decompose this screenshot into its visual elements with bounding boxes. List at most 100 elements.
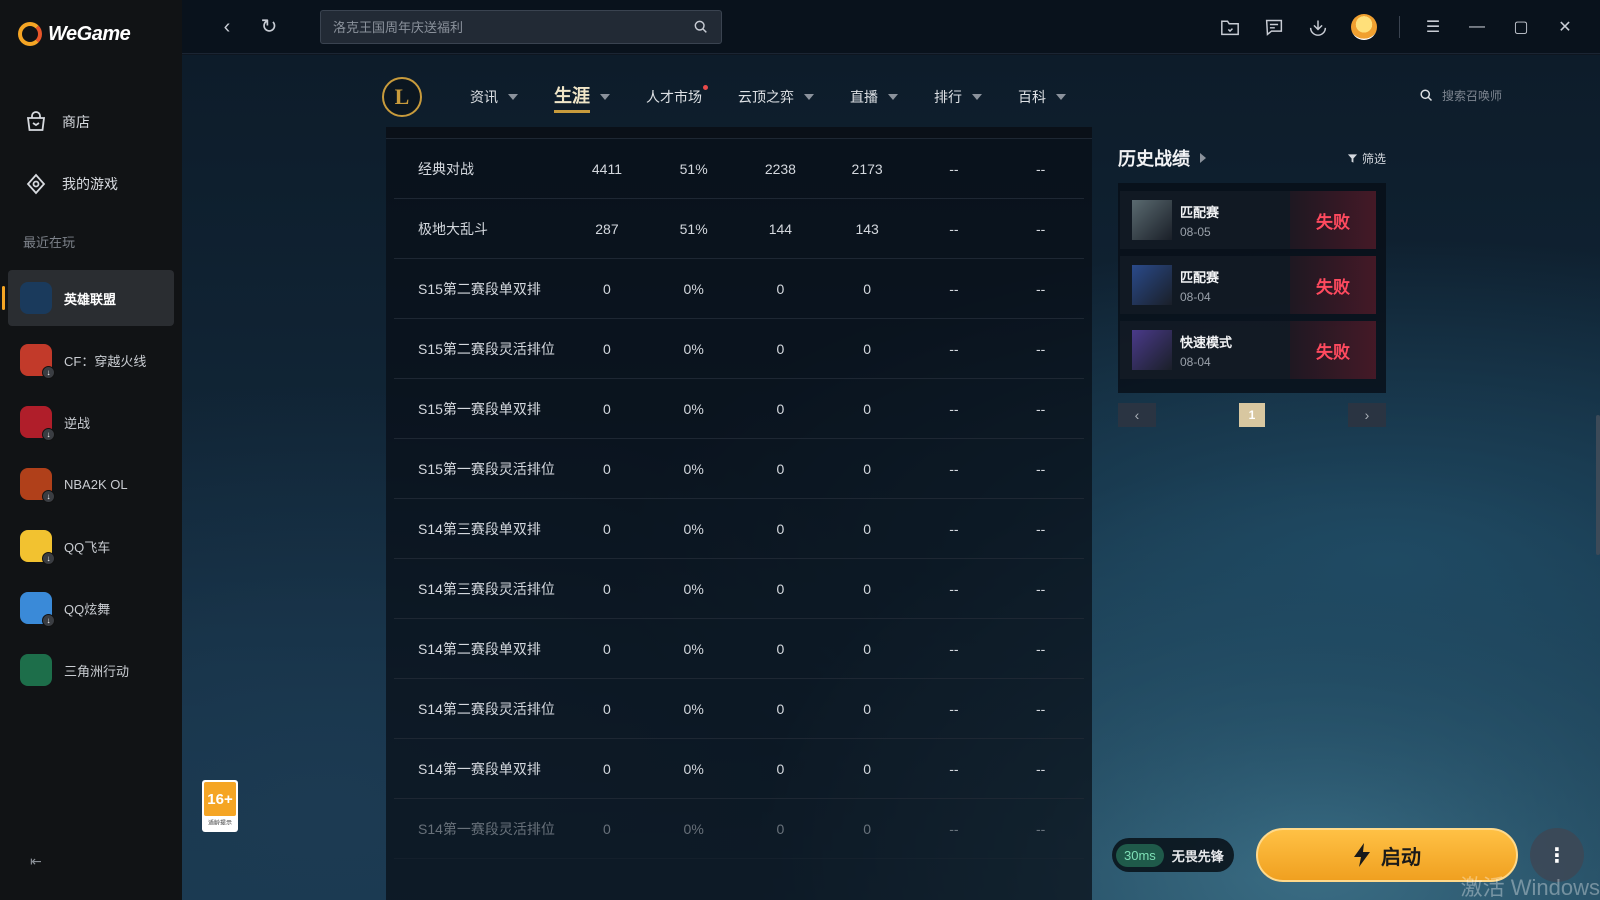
stat-cell: 0%: [683, 280, 704, 297]
mode-name-cell: S15第一赛段单双排: [418, 400, 541, 417]
download-icon[interactable]: [1307, 16, 1329, 38]
stat-cell: --: [949, 460, 959, 477]
stat-cell: --: [1035, 340, 1046, 357]
lol-tab[interactable]: 人才市场: [646, 85, 708, 107]
table-row: S15第二赛段单双排 0 0% 0 0 -- --: [394, 259, 1084, 319]
stat-cell: 0: [603, 520, 611, 537]
chevron-down-icon: [508, 94, 518, 100]
mode-name-cell: S15第二赛段单双排: [418, 280, 541, 297]
maximize-icon[interactable]: ▢: [1510, 16, 1532, 38]
match-date: 08-05: [1180, 224, 1211, 239]
collapse-sidebar-icon[interactable]: ⇤: [30, 853, 46, 869]
message-icon[interactable]: [1263, 16, 1285, 38]
stat-cell: --: [1035, 160, 1046, 177]
stat-cell: 0: [776, 820, 785, 837]
stat-cell: --: [949, 220, 959, 237]
stat-cell: --: [1035, 520, 1046, 537]
user-avatar[interactable]: [1351, 14, 1377, 40]
wegame-logo[interactable]: WeGame: [18, 22, 131, 46]
match-date: 08-04: [1180, 354, 1211, 369]
sidebar-game-item[interactable]: ↓ 逆战: [8, 394, 174, 450]
page-number[interactable]: 1: [1239, 403, 1265, 427]
download-badge-icon: ↓: [42, 614, 55, 627]
tab-label: 直播: [850, 89, 878, 105]
stat-cell: 2173: [851, 160, 883, 177]
game-name: QQ炫舞: [64, 601, 111, 617]
table-body: 经典对战 4411 51% 2238 2173 -- -- 极地大乱斗 287 51% 144 143…: [386, 139, 1092, 859]
lol-tab[interactable]: 排行: [934, 87, 982, 107]
stat-cell: 0: [603, 640, 611, 657]
lol-tab[interactable]: 直播: [850, 87, 898, 107]
download-badge-icon: ↓: [42, 366, 55, 379]
stat-cell: 0: [776, 640, 785, 657]
next-page-button[interactable]: ›: [1348, 403, 1386, 427]
sidebar-game-item[interactable]: ↓ CF：穿越火线: [8, 332, 174, 388]
lol-logo[interactable]: L: [382, 77, 422, 117]
menu-icon[interactable]: ☰: [1422, 16, 1444, 38]
chevron-down-icon: [888, 94, 898, 100]
search-icon: [1420, 89, 1433, 102]
stat-cell: 0: [863, 400, 872, 417]
summoner-search[interactable]: 搜索召唤师: [1419, 87, 1502, 104]
mode-name-cell: S14第一赛段灵活排位: [418, 820, 555, 837]
chevron-down-icon: [600, 94, 610, 100]
stat-cell: 0: [863, 340, 872, 357]
stat-cell: 144: [768, 220, 793, 237]
age-rating-label: 16+: [204, 782, 236, 816]
mode-name-cell: S15第一赛段灵活排位: [418, 460, 555, 477]
minimize-icon[interactable]: —: [1466, 16, 1488, 38]
stat-cell: 0: [776, 460, 785, 477]
stat-cell: --: [1035, 220, 1046, 237]
download-badge-icon: ↓: [42, 428, 55, 441]
download-badge-icon: ↓: [42, 552, 55, 565]
stat-cell: 0%: [683, 520, 704, 537]
match-item[interactable]: 快速模式 08-04 失败: [1120, 321, 1376, 379]
stat-cell: 0: [863, 280, 872, 297]
age-rating-badge[interactable]: 16+ 适龄提示: [202, 780, 238, 832]
match-item[interactable]: 匹配赛 08-05 失败: [1120, 191, 1376, 249]
filter-label: 筛选: [1361, 151, 1386, 166]
table-row: S14第三赛段灵活排位 0 0% 0 0 -- --: [394, 559, 1084, 619]
network-accelerator[interactable]: 30ms 无畏先锋: [1112, 838, 1234, 872]
lol-tab[interactable]: 生涯: [554, 82, 610, 113]
pagination: ‹ 1 ›: [1118, 403, 1386, 427]
table-row: S14第一赛段单双排 0 0% 0 0 -- --: [394, 739, 1084, 799]
filter-button[interactable]: 筛选: [1347, 150, 1386, 167]
match-result: 失败: [1290, 321, 1376, 379]
tab-label: 百科: [1018, 89, 1046, 105]
search-icon[interactable]: [693, 19, 709, 35]
prev-page-button[interactable]: ‹: [1118, 403, 1156, 427]
mode-name-cell: S15第二赛段灵活排位: [418, 340, 555, 357]
match-mode: 匹配赛: [1180, 269, 1220, 285]
sidebar-item-store[interactable]: 商店: [0, 98, 182, 146]
folder-icon[interactable]: [1219, 16, 1241, 38]
stat-cell: 0%: [683, 400, 704, 417]
lol-tab[interactable]: 资讯: [470, 87, 518, 107]
sidebar-game-item[interactable]: ↓ QQ飞车: [8, 518, 174, 574]
game-icon: ↓: [20, 592, 55, 627]
close-icon[interactable]: ✕: [1554, 16, 1576, 38]
sidebar-item-my-games[interactable]: 我的游戏: [0, 160, 182, 208]
sidebar-game-item[interactable]: ↓ NBA2K OL: [8, 456, 174, 512]
mode-name-cell: S14第二赛段单双排: [418, 640, 541, 657]
match-history-title[interactable]: 历史战绩: [1118, 145, 1206, 171]
sidebar-game-item[interactable]: 英雄联盟: [2, 270, 174, 326]
stat-cell: --: [949, 760, 959, 777]
stat-cell: 0: [776, 280, 785, 297]
sidebar-game-item[interactable]: ↓ QQ炫舞: [8, 580, 174, 636]
scrollbar[interactable]: [1596, 415, 1600, 555]
lol-tab[interactable]: 百科: [1018, 87, 1066, 107]
accelerator-label: 无畏先锋: [1171, 848, 1224, 864]
search-input[interactable]: [333, 19, 693, 35]
refresh-icon[interactable]: ↻: [258, 16, 280, 38]
mode-name-cell: S14第一赛段单双排: [418, 760, 541, 777]
match-item[interactable]: 匹配赛 08-04 失败: [1120, 256, 1376, 314]
match-info: 匹配赛 08-04: [1180, 267, 1290, 304]
table-row: S14第一赛段灵活排位 0 0% 0 0 -- --: [394, 799, 1084, 859]
mode-name-cell: S14第三赛段单双排: [418, 520, 541, 537]
tab-label: 云顶之弈: [738, 89, 794, 105]
back-icon[interactable]: ‹: [216, 16, 238, 38]
stat-cell: 0: [863, 820, 872, 837]
lol-tab[interactable]: 云顶之弈: [738, 87, 814, 107]
sidebar-game-item[interactable]: 三角洲行动: [8, 642, 174, 698]
